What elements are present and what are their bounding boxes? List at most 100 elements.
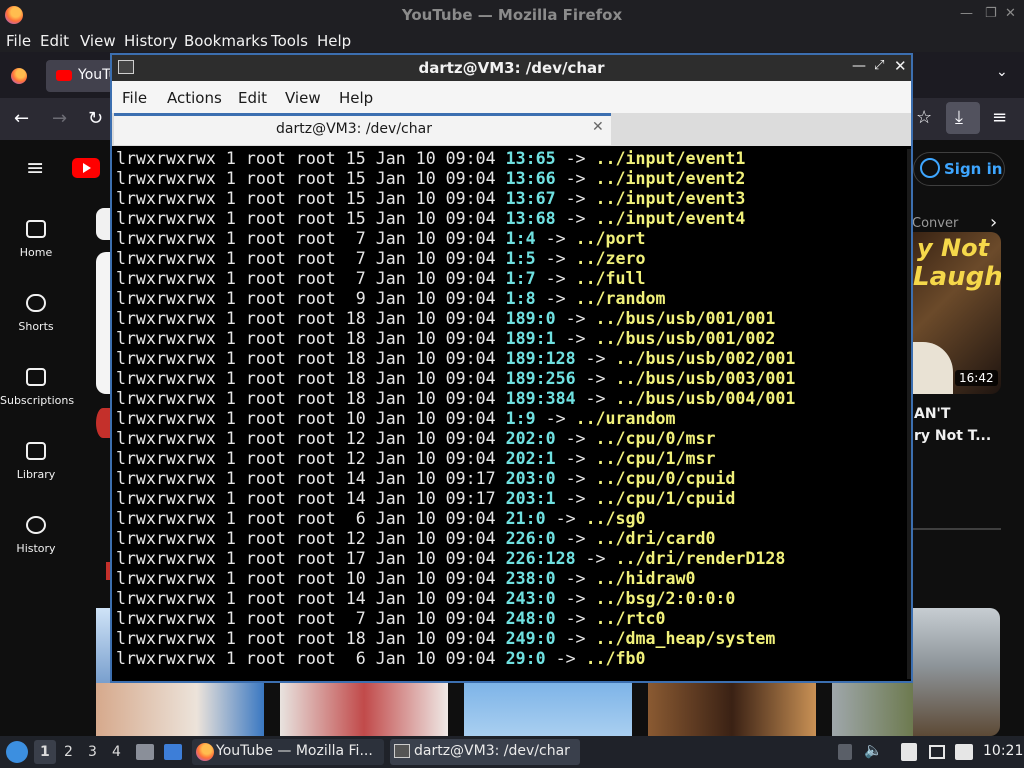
menu-help[interactable]: Help <box>317 32 351 50</box>
terminal-menu-file[interactable]: File <box>122 89 147 107</box>
hamburger-menu-icon[interactable]: ≡ <box>992 107 1007 128</box>
show-desktop-icon[interactable] <box>164 744 182 760</box>
terminal-line-arrow: -> <box>555 469 596 488</box>
firefox-view-icon[interactable] <box>11 68 27 84</box>
nav-shorts[interactable]: Shorts <box>0 294 72 333</box>
terminal-titlebar[interactable]: dartz@VM3: /dev/char — ⤢ ✕ <box>112 55 911 81</box>
task-terminal[interactable]: dartz@VM3: /dev/char <box>390 739 580 765</box>
workspace-4[interactable]: 4 <box>112 744 121 760</box>
terminal-line: lrwxrwxrwx 1 root root 14 Jan 10 09:04 2… <box>116 589 911 609</box>
video-title-line2[interactable]: ry Not T... <box>914 428 991 444</box>
terminal-menu-actions[interactable]: Actions <box>167 89 222 107</box>
terminal-menu-edit[interactable]: Edit <box>238 89 267 107</box>
forward-icon[interactable]: → <box>52 108 67 129</box>
downloads-button[interactable]: ⤓ <box>946 102 980 134</box>
terminal-line-dev: 249:0 <box>505 629 556 648</box>
terminal-line-arrow: -> <box>555 569 596 588</box>
nav-home[interactable]: Home <box>0 220 72 259</box>
nav-history[interactable]: History <box>0 516 72 555</box>
shorts-icon <box>26 294 46 312</box>
terminal-line-dev: 13:66 <box>505 169 556 188</box>
terminal-line: lrwxrwxrwx 1 root root 14 Jan 10 09:17 2… <box>116 469 911 489</box>
short-thumbnail-2[interactable] <box>280 683 448 736</box>
terminal-line-dev: 189:256 <box>505 369 576 388</box>
terminal-menu-view[interactable]: View <box>285 89 321 107</box>
guide-menu-icon[interactable]: ≡ <box>26 156 44 181</box>
terminal-minimize-icon[interactable]: — <box>852 58 866 74</box>
channel-avatar-left[interactable] <box>96 408 110 438</box>
terminal-line-target: ../input/event4 <box>595 209 746 228</box>
terminal-maximize-icon[interactable]: ⤢ <box>874 58 884 73</box>
terminal-line-dev: 189:384 <box>505 389 576 408</box>
short-thumbnail-1[interactable] <box>96 683 264 736</box>
terminal-line-target: ../full <box>575 269 646 288</box>
sign-in-label: Sign in <box>944 160 1003 178</box>
clock[interactable]: 10:21 <box>983 743 1023 759</box>
terminal-line-target: ../cpu/0/msr <box>595 429 716 448</box>
close-icon[interactable]: ✕ <box>1005 6 1016 21</box>
task-firefox[interactable]: YouTube — Mozilla Fi... <box>192 739 384 765</box>
tab-list-chevron-icon[interactable]: ⌄ <box>996 64 1008 80</box>
terminal-line-pre: lrwxrwxrwx 1 root root 6 Jan 10 09:04 <box>116 649 506 668</box>
notifications-icon[interactable] <box>955 744 973 760</box>
menu-bookmarks[interactable]: Bookmarks <box>184 32 268 50</box>
terminal-line-pre: lrwxrwxrwx 1 root root 12 Jan 10 09:04 <box>116 429 506 448</box>
menu-view[interactable]: View <box>80 32 116 50</box>
terminal-line-dev: 1:4 <box>505 229 536 248</box>
reload-icon[interactable]: ↻ <box>88 108 103 129</box>
menu-tools[interactable]: Tools <box>271 32 308 50</box>
terminal-menu-help[interactable]: Help <box>339 89 373 107</box>
maximize-icon[interactable]: ❐ <box>985 6 997 21</box>
terminal-line: lrwxrwxrwx 1 root root 10 Jan 10 09:04 1… <box>116 409 911 429</box>
workspace-3[interactable]: 3 <box>88 744 97 760</box>
workspace-2[interactable]: 2 <box>64 744 73 760</box>
volume-icon[interactable]: 🔈 <box>864 741 883 759</box>
workspace-1[interactable]: 1 <box>40 744 50 760</box>
tray-notes-icon[interactable] <box>901 743 917 761</box>
thumbnail-text-1: y Not <box>917 234 990 262</box>
menu-file[interactable]: File <box>6 32 31 50</box>
tray-clipboard-icon[interactable] <box>838 744 852 760</box>
menu-edit[interactable]: Edit <box>40 32 69 50</box>
network-icon[interactable] <box>929 745 945 759</box>
terminal-line-dev: 189:0 <box>505 309 556 328</box>
nav-library[interactable]: Library <box>0 442 72 481</box>
chip-all[interactable] <box>96 208 110 240</box>
short-thumbnail-5[interactable] <box>832 683 913 736</box>
nav-subscriptions[interactable]: Subscriptions <box>0 368 74 407</box>
terminal-line: lrwxrwxrwx 1 root root 12 Jan 10 09:04 2… <box>116 449 911 469</box>
task-firefox-label: YouTube — Mozilla Fi... <box>216 743 373 759</box>
tab-youtube[interactable]: YouTu <box>46 60 117 92</box>
chip-converse[interactable]: Conver <box>912 216 958 231</box>
youtube-logo-icon[interactable] <box>72 158 100 178</box>
short-thumbnail-4[interactable] <box>648 683 816 736</box>
bookmark-star-icon[interactable]: ☆ <box>916 107 932 128</box>
start-menu-icon[interactable] <box>6 741 28 763</box>
short-thumbnail-right[interactable] <box>913 608 1000 736</box>
video-thumbnail-right[interactable]: y Not Laugh 16:42 <box>913 232 1001 394</box>
short-thumbnail-3[interactable] <box>464 683 632 736</box>
sign-in-button[interactable]: Sign in <box>913 152 1005 186</box>
menu-history[interactable]: History <box>124 32 177 50</box>
terminal-line-target: ../port <box>575 229 646 248</box>
terminal-output[interactable]: lrwxrwxrwx 1 root root 15 Jan 10 09:04 1… <box>116 149 911 669</box>
terminal-line-pre: lrwxrwxrwx 1 root root 14 Jan 10 09:04 <box>116 589 506 608</box>
chip-next-chevron-icon[interactable]: › <box>990 212 997 233</box>
terminal-line-dev: 226:128 <box>505 549 576 568</box>
back-icon[interactable]: ← <box>14 108 29 129</box>
terminal-scrollbar[interactable] <box>907 149 911 679</box>
terminal-close-icon[interactable]: ✕ <box>894 57 907 75</box>
video-title-line1[interactable]: AN'T <box>914 406 950 422</box>
terminal-line: lrwxrwxrwx 1 root root 15 Jan 10 09:04 1… <box>116 209 911 229</box>
terminal-line-dev: 1:5 <box>505 249 536 268</box>
terminal-line-dev: 1:9 <box>505 409 536 428</box>
nav-library-label: Library <box>16 468 56 481</box>
terminal-tab-close-icon[interactable]: ✕ <box>592 119 604 135</box>
video-thumbnail-left[interactable] <box>96 252 110 394</box>
terminal-line-arrow: -> <box>555 589 596 608</box>
terminal-line-arrow: -> <box>555 489 596 508</box>
file-manager-icon[interactable] <box>136 744 154 760</box>
terminal-line: lrwxrwxrwx 1 root root 18 Jan 10 09:04 1… <box>116 349 911 369</box>
terminal-tab[interactable]: dartz@VM3: /dev/char ✕ <box>114 113 611 145</box>
minimize-icon[interactable]: — <box>960 6 973 21</box>
